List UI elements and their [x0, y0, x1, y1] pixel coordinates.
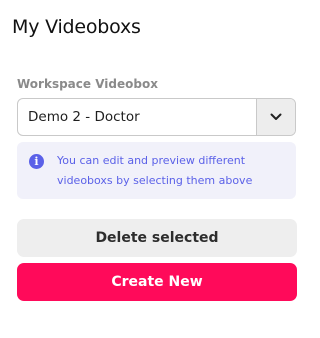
select-value: Demo 2 - Doctor [28, 109, 140, 125]
delete-selected-button[interactable]: Delete selected [17, 219, 297, 257]
videobox-panel: My Videoboxs Workspace Videobox Demo 2 -… [0, 0, 316, 338]
info-icon: i [29, 154, 44, 169]
create-new-button[interactable]: Create New [17, 263, 297, 301]
workspace-videobox-label: Workspace Videobox [17, 77, 158, 91]
workspace-videobox-select[interactable]: Demo 2 - Doctor [17, 98, 296, 136]
page-title: My Videoboxs [12, 16, 141, 38]
chevron-down-icon [270, 113, 282, 120]
select-toggle[interactable] [256, 99, 295, 135]
info-callout: i You can edit and preview different vid… [17, 142, 296, 199]
info-text: You can edit and preview different video… [57, 154, 253, 187]
